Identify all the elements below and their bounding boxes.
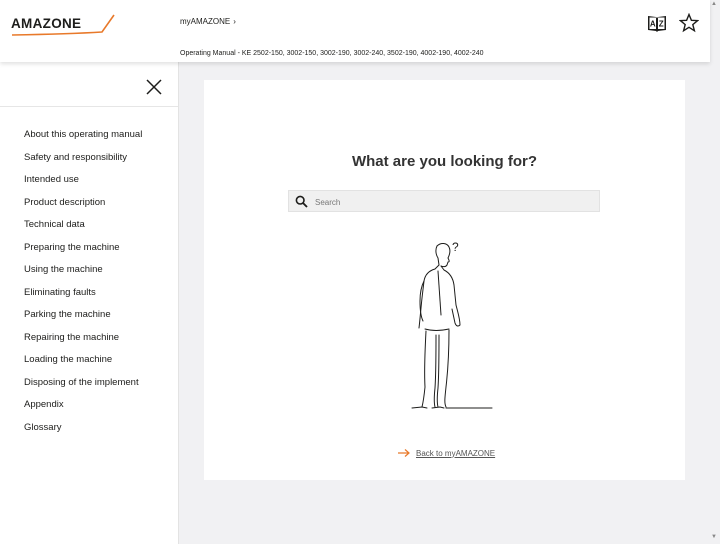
close-sidebar-button[interactable] <box>145 78 163 96</box>
breadcrumb-myamazone[interactable]: myAMAZONE <box>180 17 230 26</box>
search-box[interactable] <box>288 190 600 212</box>
sidebar-item-technical-data[interactable]: Technical data <box>24 218 142 241</box>
sidebar-item-appendix[interactable]: Appendix <box>24 398 142 421</box>
sidebar: About this operating manual Safety and r… <box>0 62 179 544</box>
sidebar-item-about[interactable]: About this operating manual <box>24 128 142 151</box>
sidebar-item-loading[interactable]: Loading the machine <box>24 353 142 376</box>
sidebar-item-repairing[interactable]: Repairing the machine <box>24 331 142 354</box>
svg-text:Z: Z <box>659 20 664 29</box>
page-title: What are you looking for? <box>351 153 537 170</box>
sidebar-nav: About this operating manual Safety and r… <box>24 128 142 443</box>
thinking-man-illustration: ? <box>411 240 493 409</box>
scrollbar-up-arrow[interactable]: ▲ <box>711 1 717 7</box>
sidebar-item-product-description[interactable]: Product description <box>24 196 142 219</box>
question-mark: ? <box>452 240 459 254</box>
close-icon <box>146 79 162 95</box>
search-card: What are you looking for? Search ? Back … <box>204 80 685 480</box>
favorite-button[interactable] <box>678 12 700 33</box>
back-link-label: Back to myAMAZONE <box>416 448 496 458</box>
breadcrumb-separator: › <box>233 17 236 26</box>
sidebar-item-preparing[interactable]: Preparing the machine <box>24 241 142 264</box>
search-icon <box>295 195 308 208</box>
search-input[interactable] <box>313 193 597 211</box>
document-title: Operating Manual - KE 2502-150, 3002-150… <box>180 50 484 57</box>
amazone-logo[interactable]: AMAZONE <box>10 12 118 38</box>
logo-swoosh <box>11 14 115 36</box>
breadcrumb: myAMAZONE › <box>180 17 236 26</box>
az-book-icon: A Z <box>648 16 666 32</box>
sidebar-item-using[interactable]: Using the machine <box>24 263 142 286</box>
glossary-book-button[interactable]: A Z <box>647 13 667 33</box>
arrow-right-icon <box>398 449 410 457</box>
star-icon <box>678 12 700 33</box>
top-header: AMAZONE myAMAZONE › Operating Manual - KE… <box>0 0 710 62</box>
svg-text:A: A <box>650 20 656 29</box>
sidebar-item-safety[interactable]: Safety and responsibility <box>24 151 142 174</box>
sidebar-item-glossary[interactable]: Glossary <box>24 421 142 444</box>
scrollbar-down-arrow[interactable]: ▼ <box>711 534 717 540</box>
sidebar-item-disposing[interactable]: Disposing of the implement <box>24 376 142 399</box>
sidebar-item-parking[interactable]: Parking the machine <box>24 308 142 331</box>
sidebar-divider <box>0 106 178 107</box>
sidebar-item-intended-use[interactable]: Intended use <box>24 173 142 196</box>
sidebar-item-faults[interactable]: Eliminating faults <box>24 286 142 309</box>
back-to-myamazone-link[interactable]: Back to myAMAZONE <box>397 448 495 458</box>
